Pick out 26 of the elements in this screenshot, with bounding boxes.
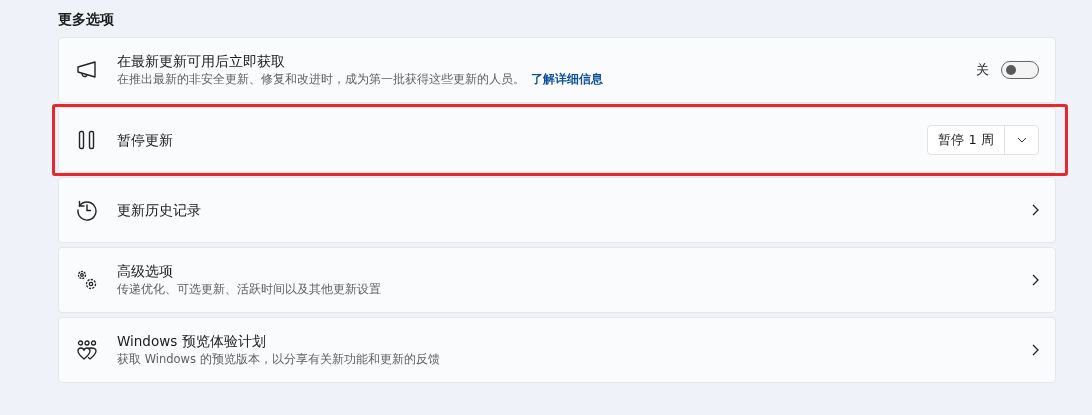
toggle-label: 关	[976, 61, 989, 79]
learn-more-link[interactable]: 了解详细信息	[531, 72, 603, 86]
gears-icon	[76, 269, 98, 291]
toggle-switch[interactable]	[1001, 61, 1039, 79]
setting-title: 更新历史记录	[117, 200, 202, 220]
people-hearts-icon	[76, 339, 98, 361]
setting-title: 暂停更新	[117, 130, 174, 150]
setting-description: 获取 Windows 的预览版本，以分享有关新功能和更新的反馈	[117, 352, 440, 366]
setting-card[interactable]: 暂停更新 暂停 1 周	[58, 107, 1056, 173]
chevron-right-icon	[1032, 274, 1039, 286]
chevron-down-icon	[1016, 137, 1027, 143]
pause-icon	[78, 130, 96, 150]
setting-card[interactable]: 更新历史记录	[58, 177, 1056, 243]
setting-title: 高级选项	[117, 262, 174, 281]
setting-card[interactable]: 在最新更新可用后立即获取 在推出最新的非安全更新、修复和改进时，成为第一批获得这些更新的人员。 了解详细信息 关	[58, 37, 1056, 103]
setting-description: 在推出最新的非安全更新、修复和改进时，成为第一批获得这些更新的人员。	[117, 72, 525, 86]
setting-title: Windows 预览体验计划	[117, 332, 267, 351]
setting-description: 传递优化、可选更新、活跃时间以及其他更新设置	[117, 282, 381, 296]
setting-title: 在最新更新可用后立即获取	[117, 52, 286, 71]
chevron-right-icon	[1032, 344, 1039, 356]
history-icon	[76, 199, 98, 221]
setting-card[interactable]: Windows 预览体验计划 获取 Windows 的预览版本，以分享有关新功能和更新的反馈	[58, 317, 1056, 383]
megaphone-icon	[76, 60, 98, 80]
setting-card[interactable]: 高级选项 传递优化、可选更新、活跃时间以及其他更新设置	[58, 247, 1056, 313]
chevron-right-icon	[1032, 204, 1039, 216]
section-title: 更多选项	[58, 10, 115, 29]
